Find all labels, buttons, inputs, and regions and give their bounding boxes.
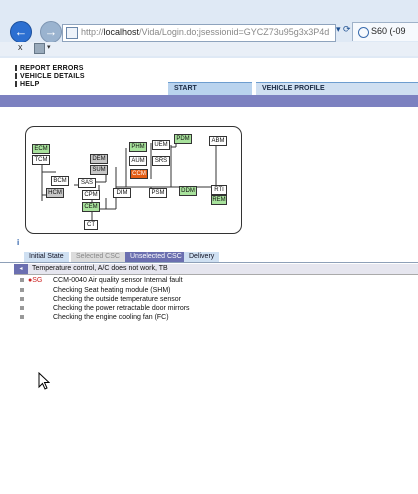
list-item[interactable]: Checking the power retractable door mirr… — [20, 304, 190, 313]
menu-help[interactable]: HELP — [15, 81, 39, 88]
forward-arrow-icon: → — [44, 24, 58, 39]
module-ddm[interactable]: DDM — [179, 186, 197, 196]
module-dem[interactable]: DEM — [90, 154, 108, 164]
list-item-text: Checking Seat heating module (SHM) — [53, 287, 171, 294]
list-item-text: Checking the power retractable door mirr… — [53, 305, 190, 312]
menu-report-errors[interactable]: REPORT ERRORS — [15, 65, 84, 72]
module-sum[interactable]: SUM — [90, 165, 108, 175]
module-rti[interactable]: RTI — [211, 185, 227, 195]
command-bar — [0, 42, 418, 56]
module-dim[interactable]: DIM — [113, 188, 131, 198]
list-item-text: Checking the engine cooling fan (FC) — [53, 314, 169, 321]
network-diagram: ECM TCM DEM SUM BCM SAS HCM CPM CEM CT P… — [25, 126, 242, 234]
header-band — [0, 95, 418, 107]
browser-tab-title: S60 (-09 — [371, 26, 406, 36]
tab-unselected-csc[interactable]: Unselected CSC — [125, 252, 187, 262]
tab-initial-state[interactable]: Initial State — [24, 252, 69, 262]
module-uem[interactable]: UEM — [152, 140, 170, 150]
tab-vehicle-profile[interactable]: VEHICLE PROFILE — [256, 82, 418, 95]
list-item-text: Checking the outside temperature sensor — [53, 296, 182, 303]
list-item[interactable]: Checking the outside temperature sensor — [20, 295, 181, 304]
back-arrow-icon: ← — [14, 24, 28, 39]
chevron-down-icon[interactable]: ▾ — [47, 43, 51, 51]
module-tcm[interactable]: TCM — [32, 155, 50, 165]
module-ct[interactable]: CT — [84, 220, 98, 230]
list-item[interactable]: Checking the engine cooling fan (FC) — [20, 313, 169, 322]
mouse-cursor-icon — [38, 371, 51, 392]
collapse-button[interactable]: ◂ — [14, 264, 28, 274]
row-marker-icon — [20, 297, 24, 302]
tab-delivery[interactable]: Delivery — [184, 252, 220, 262]
module-sas[interactable]: SAS — [78, 178, 96, 188]
module-bcm[interactable]: BCM — [51, 176, 69, 186]
refresh-icon[interactable]: ▾ ⟳ — [336, 24, 352, 40]
list-item[interactable]: Checking Seat heating module (SHM) — [20, 286, 171, 295]
forward-button[interactable]: → — [40, 21, 62, 43]
list-item[interactable]: ●SG CCM-0040 Air quality sensor Internal … — [20, 276, 183, 285]
module-hcm[interactable]: HCM — [46, 188, 64, 198]
module-ecm[interactable]: ECM — [32, 144, 50, 154]
page-icon — [66, 27, 78, 39]
module-srs[interactable]: SRS — [152, 156, 170, 166]
dtc-indicator: ●SG — [28, 277, 43, 284]
module-cem[interactable]: CEM — [82, 202, 100, 212]
list-item-text: CCM-0040 Air quality sensor Internal fau… — [53, 277, 183, 284]
module-aum[interactable]: AUM — [129, 156, 147, 166]
favorites-icon[interactable] — [34, 43, 45, 54]
menu-vehicle-details[interactable]: VEHICLE DETAILS — [15, 73, 85, 80]
module-phm[interactable]: PHM — [129, 142, 147, 152]
row-marker-icon — [20, 306, 24, 311]
tab-start[interactable]: START — [168, 82, 252, 95]
fault-title: Temperature control, A/C does not work, … — [32, 265, 168, 272]
fault-header: ◂ Temperature control, A/C does not work… — [14, 264, 418, 275]
back-button[interactable]: ← — [10, 21, 32, 43]
row-marker-icon — [20, 278, 24, 283]
module-psm[interactable]: PSM — [149, 188, 167, 198]
module-rem[interactable]: REM — [211, 195, 227, 205]
browser-tab[interactable]: S60 (-09 — [352, 22, 418, 41]
row-marker-icon — [20, 288, 24, 293]
row-marker-icon — [20, 315, 24, 320]
tab-loading-icon — [358, 27, 369, 38]
module-ccm[interactable]: CCM — [130, 169, 148, 179]
address-bar[interactable]: http://localhost/Vida/Login.do;jsessioni… — [62, 24, 336, 42]
module-cpm[interactable]: CPM — [82, 190, 100, 200]
info-icon[interactable]: i — [17, 238, 19, 247]
close-icon[interactable]: x — [18, 42, 23, 52]
address-text: http://localhost/Vida/Login.do;jsessioni… — [81, 27, 330, 37]
module-abm[interactable]: ABM — [209, 136, 227, 146]
tab-selected-csc[interactable]: Selected CSC — [71, 252, 125, 262]
module-pdm[interactable]: PDM — [174, 134, 192, 144]
divider — [0, 262, 418, 263]
